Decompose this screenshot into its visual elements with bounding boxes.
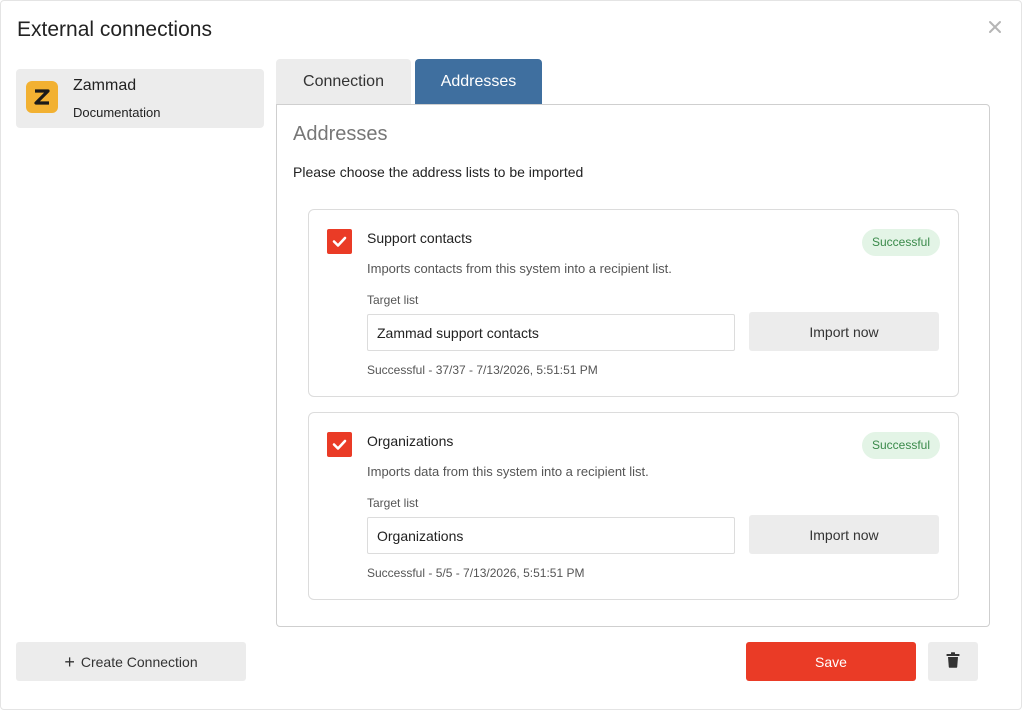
address-list-card: Organizations Successful Imports data fr… — [308, 412, 959, 600]
sidebar-item-zammad[interactable]: Zammad Documentation — [16, 69, 264, 128]
zammad-logo-icon — [26, 81, 58, 113]
import-now-button[interactable]: Import now — [749, 312, 939, 351]
create-connection-label: Create Connection — [80, 653, 198, 670]
organizations-checkbox[interactable] — [327, 432, 352, 457]
card-title: Support contacts — [367, 230, 473, 246]
trash-icon — [946, 652, 960, 671]
connection-name: Zammad — [73, 77, 137, 94]
external-connections-dialog: External connections Zammad Documentatio… — [0, 0, 1022, 710]
create-connection-button[interactable]: + Create Connection — [16, 642, 246, 681]
import-status: Successful - 37/37 - 7/13/2026, 5:51:51 … — [367, 363, 598, 377]
import-status: Successful - 5/5 - 7/13/2026, 5:51:51 PM — [367, 566, 585, 580]
plus-icon: + — [64, 651, 75, 672]
connection-subtitle: Documentation — [73, 105, 161, 120]
target-list-label: Target list — [367, 293, 419, 307]
address-list-card: Support contacts Successful Imports cont… — [308, 209, 959, 397]
target-list-input[interactable] — [367, 517, 735, 554]
target-list-label: Target list — [367, 496, 419, 510]
import-now-button[interactable]: Import now — [749, 515, 939, 554]
panel-title: Addresses — [293, 123, 388, 145]
delete-button[interactable] — [928, 642, 978, 681]
tab-addresses[interactable]: Addresses — [415, 59, 542, 105]
card-description: Imports data from this system into a rec… — [367, 464, 649, 479]
support-contacts-checkbox[interactable] — [327, 229, 352, 254]
card-description: Imports contacts from this system into a… — [367, 261, 672, 276]
save-button[interactable]: Save — [746, 642, 916, 681]
target-list-input[interactable] — [367, 314, 735, 351]
tab-connection[interactable]: Connection — [276, 59, 411, 105]
dialog-title: External connections — [17, 18, 212, 41]
close-icon[interactable] — [987, 19, 1003, 35]
card-title: Organizations — [367, 433, 454, 449]
status-badge: Successful — [861, 229, 940, 256]
panel-description: Please choose the address lists to be im… — [293, 164, 584, 180]
addresses-panel: Addresses Please choose the address list… — [276, 104, 990, 627]
status-badge: Successful — [861, 432, 940, 459]
